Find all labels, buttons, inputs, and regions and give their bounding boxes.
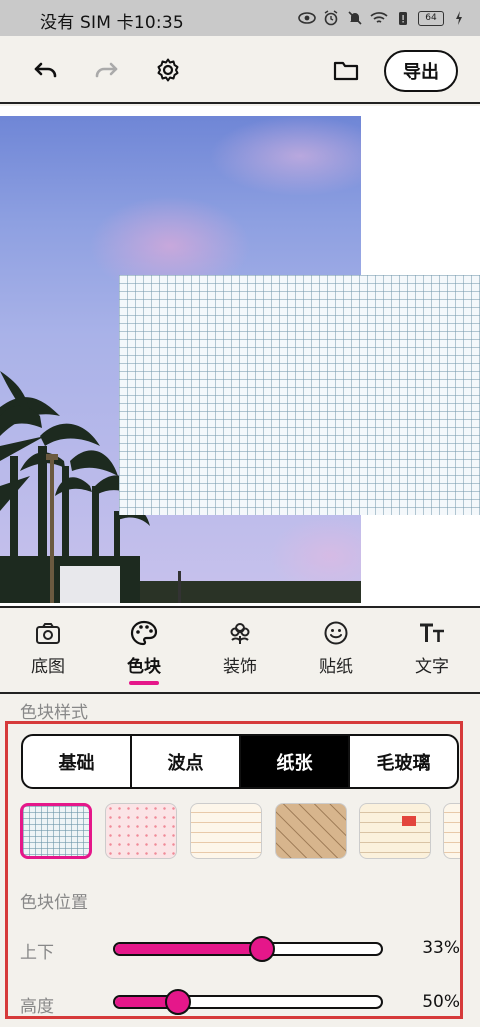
camera-icon (35, 618, 61, 648)
swatch-lined-partial[interactable] (443, 803, 460, 859)
tool-tabs: 底图 色块 装饰 贴纸 文字 (0, 606, 480, 694)
status-icons: 64 (298, 8, 468, 28)
height-slider[interactable] (113, 995, 383, 1009)
battery-saver-icon (394, 9, 412, 27)
segment-basic[interactable]: 基础 (23, 736, 132, 787)
segment-frosted-glass[interactable]: 毛玻璃 (350, 736, 457, 787)
swatch-lined[interactable] (190, 803, 262, 859)
palette-icon (130, 618, 158, 648)
swatch-note-tag[interactable] (359, 803, 431, 859)
wifi-icon (370, 9, 388, 27)
tab-label: 底图 (31, 657, 65, 677)
slider-label-height: 高度 (20, 997, 54, 1017)
tab-label: 装饰 (223, 657, 257, 677)
bell-off-icon (346, 9, 364, 27)
tab-decoration[interactable]: 装饰 (210, 618, 270, 688)
color-block-grid-paper[interactable] (119, 275, 480, 515)
folder-icon[interactable] (328, 52, 364, 88)
undo-icon[interactable] (28, 52, 64, 88)
slider-value-vertical: 33% (422, 938, 460, 958)
slider-fill (115, 944, 264, 954)
smiley-icon (323, 618, 349, 648)
swatch-kraft-stripes[interactable] (275, 803, 347, 859)
slider-value-height: 50% (422, 992, 460, 1012)
status-carrier-time: 没有 SIM 卡10:35 (40, 13, 184, 33)
tab-text[interactable]: 文字 (402, 618, 462, 688)
flower-icon (227, 618, 253, 648)
status-bar: 没有 SIM 卡10:35 64 (0, 0, 480, 36)
tab-base-image[interactable]: 底图 (18, 618, 78, 688)
tab-label: 贴纸 (319, 657, 353, 677)
battery-icon: 64 (418, 10, 444, 26)
export-button[interactable]: 导出 (384, 50, 458, 92)
alarm-icon (322, 9, 340, 27)
style-segmented-control: 基础 波点 纸张 毛玻璃 (21, 734, 459, 789)
tab-label: 文字 (415, 657, 449, 677)
segment-paper[interactable]: 纸张 (241, 736, 350, 787)
editor-toolbar: 导出 (0, 36, 480, 104)
text-icon (418, 618, 446, 648)
slider-thumb[interactable] (164, 989, 191, 1015)
eye-icon (298, 9, 316, 27)
canvas-preview[interactable] (0, 106, 480, 606)
swatch-grid[interactable] (20, 803, 92, 859)
style-section-title: 色块样式 (20, 703, 88, 723)
note-tag-mark (402, 816, 416, 826)
swatch-dots[interactable] (105, 803, 177, 859)
redo-icon[interactable] (88, 52, 124, 88)
slider-label-vertical: 上下 (20, 943, 54, 963)
segment-dots[interactable]: 波点 (132, 736, 241, 787)
slider-thumb[interactable] (248, 936, 275, 962)
position-section-title: 色块位置 (20, 893, 88, 913)
tab-label: 色块 (127, 657, 161, 677)
tab-sticker[interactable]: 贴纸 (306, 618, 366, 688)
tab-color-block[interactable]: 色块 (114, 618, 174, 688)
settings-icon[interactable] (150, 52, 186, 88)
charging-icon (450, 9, 468, 27)
active-tab-indicator (129, 681, 159, 685)
swatch-row (20, 803, 460, 861)
